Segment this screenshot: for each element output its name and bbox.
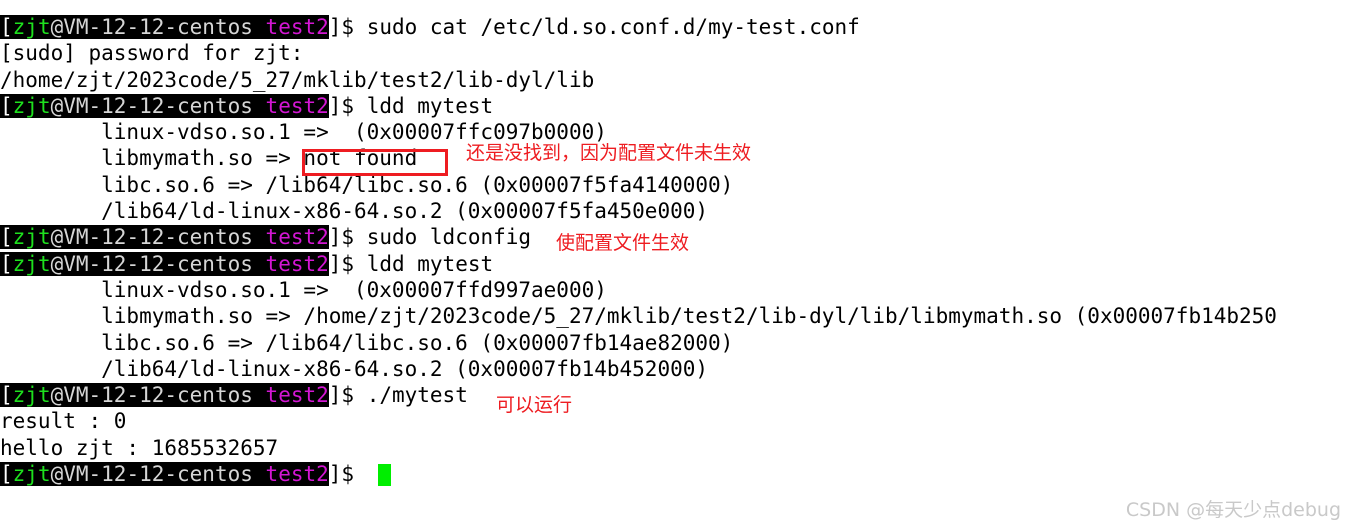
- prompt-open-bracket: [: [0, 15, 13, 39]
- shell-prompt: [zjt@VM-12-12-centos test2: [0, 462, 329, 487]
- terminal-line: [zjt@VM-12-12-centos test2]$ sudo cat /e…: [0, 14, 1353, 40]
- terminal-line: linux-vdso.so.1 => (0x00007ffd997ae000): [0, 277, 607, 302]
- prompt-tail: ]$: [328, 462, 367, 487]
- prompt-user: zjt: [12, 15, 51, 39]
- prompt-host: @VM-12-12-centos: [50, 251, 253, 276]
- shell-prompt: [zjt@VM-12-12-centos test2: [0, 251, 329, 276]
- prompt-dir: test2: [265, 225, 329, 250]
- terminal-command: sudo ldconfig: [366, 225, 532, 250]
- prompt-host: @VM-12-12-centos: [50, 462, 253, 487]
- terminal-line: result : 0: [0, 409, 127, 434]
- prompt-host: @VM-12-12-centos: [50, 225, 253, 250]
- prompt-open-bracket: [: [0, 462, 13, 487]
- terminal-command: ldd mytest: [366, 93, 494, 118]
- terminal-cursor: [378, 464, 391, 486]
- annotation-not-found: 还是没找到，因为配置文件未生效: [466, 142, 752, 164]
- terminal-line: libc.so.6 => /lib64/libc.so.6 (0x00007f5…: [0, 172, 734, 197]
- prompt-dir: test2: [265, 251, 329, 276]
- terminal-line: [sudo] password for zjt:: [0, 41, 304, 66]
- terminal-line: /home/zjt/2023code/5_27/mklib/test2/lib-…: [0, 67, 595, 92]
- annotation-run-ok: 可以运行: [496, 394, 573, 416]
- prompt-dir: test2: [265, 383, 329, 408]
- terminal-line: [zjt@VM-12-12-centos test2]$ ldd mytest: [0, 93, 1353, 119]
- prompt-user: zjt: [12, 383, 51, 408]
- clipped-top-line: [0, 0, 1353, 14]
- terminal-line: hello zjt : 1685532657: [0, 435, 279, 460]
- prompt-dir: test2: [265, 15, 329, 39]
- terminal-line: [zjt@VM-12-12-centos test2]$: [0, 461, 1353, 487]
- prompt-host: @VM-12-12-centos: [50, 93, 253, 118]
- terminal-line: libmymath.so => /home/zjt/2023code/5_27/…: [0, 304, 1277, 329]
- terminal-screenshot: [zjt@VM-12-12-centos test2]$ sudo cat /e…: [0, 0, 1353, 528]
- prompt-open-bracket: [: [0, 225, 13, 250]
- prompt-user: zjt: [12, 93, 51, 118]
- prompt-open-bracket: [: [0, 251, 13, 276]
- terminal-line: [zjt@VM-12-12-centos test2]$ ./mytest: [0, 382, 1353, 408]
- prompt-user: zjt: [12, 225, 51, 250]
- prompt-user: zjt: [12, 251, 51, 276]
- prompt-host: @VM-12-12-centos: [50, 383, 253, 408]
- prompt-tail: ]$: [328, 15, 367, 39]
- prompt-tail: ]$: [328, 93, 367, 118]
- shell-prompt: [zjt@VM-12-12-centos test2: [0, 15, 329, 39]
- terminal-command: ldd mytest: [366, 251, 494, 276]
- terminal-command: sudo cat /etc/ld.so.conf.d/my-test.conf: [366, 15, 860, 39]
- terminal-line: /lib64/ld-linux-x86-64.so.2 (0x00007fb14…: [0, 356, 709, 381]
- annotation-ldconfig: 使配置文件生效: [556, 232, 690, 254]
- prompt-dir: test2: [265, 93, 329, 118]
- terminal-command: ./mytest: [366, 383, 468, 408]
- prompt-tail: ]$: [328, 251, 367, 276]
- prompt-user: zjt: [12, 462, 51, 487]
- shell-prompt: [zjt@VM-12-12-centos test2: [0, 383, 329, 408]
- csdn-watermark: CSDN @每天少点debug: [1125, 499, 1341, 521]
- prompt-dir: test2: [265, 462, 329, 487]
- terminal-line: libc.so.6 => /lib64/libc.so.6 (0x00007fb…: [0, 330, 734, 355]
- shell-prompt: [zjt@VM-12-12-centos test2: [0, 225, 329, 250]
- prompt-tail: ]$: [328, 225, 367, 250]
- terminal-line: /lib64/ld-linux-x86-64.so.2 (0x00007f5fa…: [0, 199, 709, 224]
- prompt-open-bracket: [: [0, 93, 13, 118]
- prompt-tail: ]$: [328, 383, 367, 408]
- terminal-line: [zjt@VM-12-12-centos test2]$ ldd mytest: [0, 251, 1353, 277]
- prompt-host: @VM-12-12-centos: [50, 15, 253, 39]
- shell-prompt: [zjt@VM-12-12-centos test2: [0, 93, 329, 118]
- prompt-open-bracket: [: [0, 383, 13, 408]
